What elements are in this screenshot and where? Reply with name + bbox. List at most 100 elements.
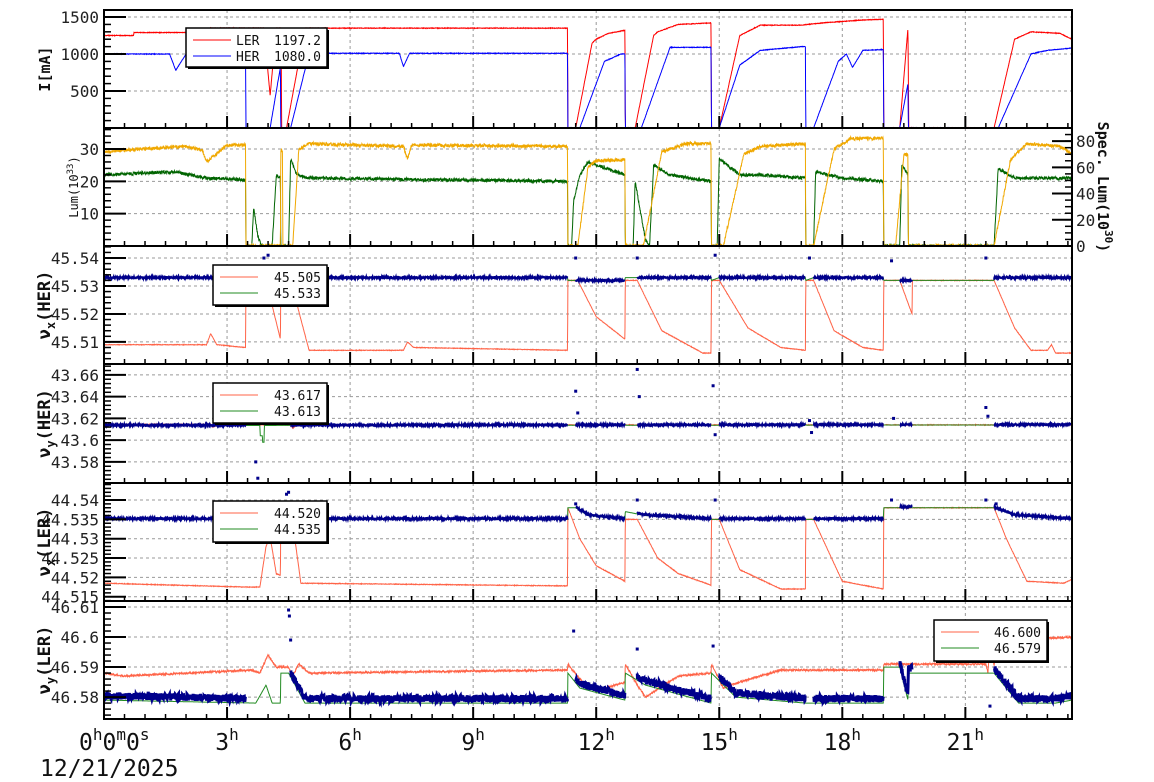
x-tick-unit: h [229, 725, 239, 744]
legend-value: 45.505 [274, 271, 321, 286]
measured-tune-point [890, 498, 894, 502]
y-label-end: (HER) [35, 271, 55, 322]
y2-axis-label: Spec. Lum(1030) [1094, 122, 1115, 253]
x-tick-unit: m [116, 725, 126, 744]
x-tick-number: 12 [578, 730, 606, 756]
y-tick-label: 45.53 [51, 277, 99, 296]
y2-tick-label: 40 [1076, 185, 1095, 204]
y-tick-label: 44.52 [51, 568, 99, 587]
y-axis-label: I[mA] [36, 46, 54, 91]
y-tick-label: 43.58 [51, 453, 99, 472]
measured-tune-point [807, 419, 811, 423]
series-group [104, 134, 1072, 246]
y2-tick-label: 80 [1076, 132, 1095, 151]
panel-6: 46.58 46.59 46.6 46.61 νy(LER) 46.60046.579 [35, 598, 1073, 720]
legend-value: 1080.0 [274, 50, 321, 65]
panel-frame [103, 127, 1073, 247]
x-tick-number: 0 [126, 730, 140, 756]
y-label-sub: x [44, 559, 58, 566]
measured-tune-point [287, 614, 291, 618]
measured-tune-point [637, 395, 641, 399]
legend: 43.61743.613 [212, 382, 329, 425]
x-tick-label: 3h [215, 725, 239, 756]
measured-tune-point [262, 256, 266, 260]
x-tick-number: 0 [79, 730, 93, 756]
x-tick-unit: h [728, 725, 738, 744]
y-axis-label: νx(LER) [35, 508, 58, 577]
x-tick-unit: h [352, 725, 362, 744]
x-tick-label: 6h [338, 725, 362, 756]
y-label-end: (LER) [35, 508, 55, 559]
legend: 44.52044.535 [212, 500, 329, 544]
series-line-spec-lum [104, 134, 1072, 246]
y-tick-label: 45.52 [51, 305, 99, 324]
legend: LER 1197.2 HER 1080.0 [185, 27, 329, 69]
y-tick-label: 46.6 [60, 628, 99, 647]
x-tick-label: 0h0m0s [79, 725, 150, 756]
y-tick-label: 43.62 [51, 409, 99, 428]
measured-tune-point [635, 498, 639, 502]
x-tick-unit: h [851, 725, 861, 744]
y-label-base: ν [35, 566, 55, 576]
measured-tune-point [890, 259, 894, 263]
measured-tune-point [574, 256, 578, 260]
measured-tune-point [892, 416, 896, 420]
x-tick-unit: h [974, 725, 984, 744]
y-label-base: ν [35, 684, 55, 694]
y-label-base: ν [35, 329, 55, 339]
y-label-end: (HER) [35, 389, 55, 440]
measured-tune-point [289, 638, 293, 642]
y-label-end: ) [67, 156, 81, 163]
legend: 45.50545.533 [212, 264, 329, 307]
measured-tune-point [807, 256, 811, 260]
measured-tune-point [986, 414, 990, 418]
legend-value: 43.613 [274, 405, 321, 420]
y-tick-label: 44.53 [51, 530, 99, 549]
y-tick-label: 46.59 [51, 658, 99, 677]
y-tick-label: 46.61 [51, 598, 99, 617]
measured-tune-point [810, 431, 814, 435]
y-tick-label: 45.51 [51, 333, 99, 352]
y-axis-label: νy(LER) [35, 626, 58, 695]
legend-label: HER [236, 50, 260, 65]
measured-tune-point [574, 389, 578, 393]
y2-label-sup: 30 [1102, 230, 1115, 243]
y-tick-label: 46.58 [51, 688, 99, 707]
y-tick-label: 500 [70, 82, 99, 101]
x-tick-number: 21 [947, 730, 975, 756]
measured-tune-point [287, 608, 291, 612]
measured-tune-point [984, 498, 988, 502]
panel-1: 500 1000 1500 I[mA] LER 1197.2 HER 1080.0 [36, 8, 1073, 129]
x-tick-unit: s [140, 725, 150, 744]
x-tick-number: 0 [103, 730, 117, 756]
y2-tick-label: 20 [1076, 211, 1095, 230]
y2-label-base: Spec. Lum(10 [1094, 122, 1112, 230]
y2-tick-label: 60 [1076, 158, 1095, 177]
x-tick-label: 12h [578, 725, 615, 756]
x-tick-label: 21h [947, 725, 984, 756]
x-axis-date: 12/21/2025 [40, 756, 178, 782]
y-axis-label: Lum(1033) [66, 156, 81, 217]
measured-tune-point [256, 476, 260, 480]
legend-value: 44.520 [274, 507, 321, 522]
y-tick-label: 43.6 [60, 431, 99, 450]
legend-value: 1197.2 [274, 34, 321, 49]
x-tick-number: 3 [215, 730, 229, 756]
x-tick-label: 15h [701, 725, 738, 756]
x-tick-unit: h [605, 725, 615, 744]
y-label-sub: x [44, 322, 58, 329]
measured-tune-point [713, 253, 717, 257]
tune-luminosity-chart: 50010001500I[mA]LER 1197.2HER 1080.0102030… [35, 8, 1115, 782]
y-label-base: Lum(10 [67, 174, 81, 217]
y-tick-label: 44.54 [51, 491, 99, 510]
measured-tune-point [266, 253, 270, 257]
measured-tune-point [711, 384, 715, 388]
y-tick-label: 45.54 [51, 249, 99, 268]
panel-frame [103, 600, 1073, 720]
legend-label: LER [236, 34, 260, 49]
legend: 46.60046.579 [933, 619, 1049, 663]
measured-tune-point [994, 502, 998, 506]
measured-tune-point [984, 256, 988, 260]
measured-tune-point [254, 460, 258, 464]
x-tick-label: 18h [824, 725, 861, 756]
